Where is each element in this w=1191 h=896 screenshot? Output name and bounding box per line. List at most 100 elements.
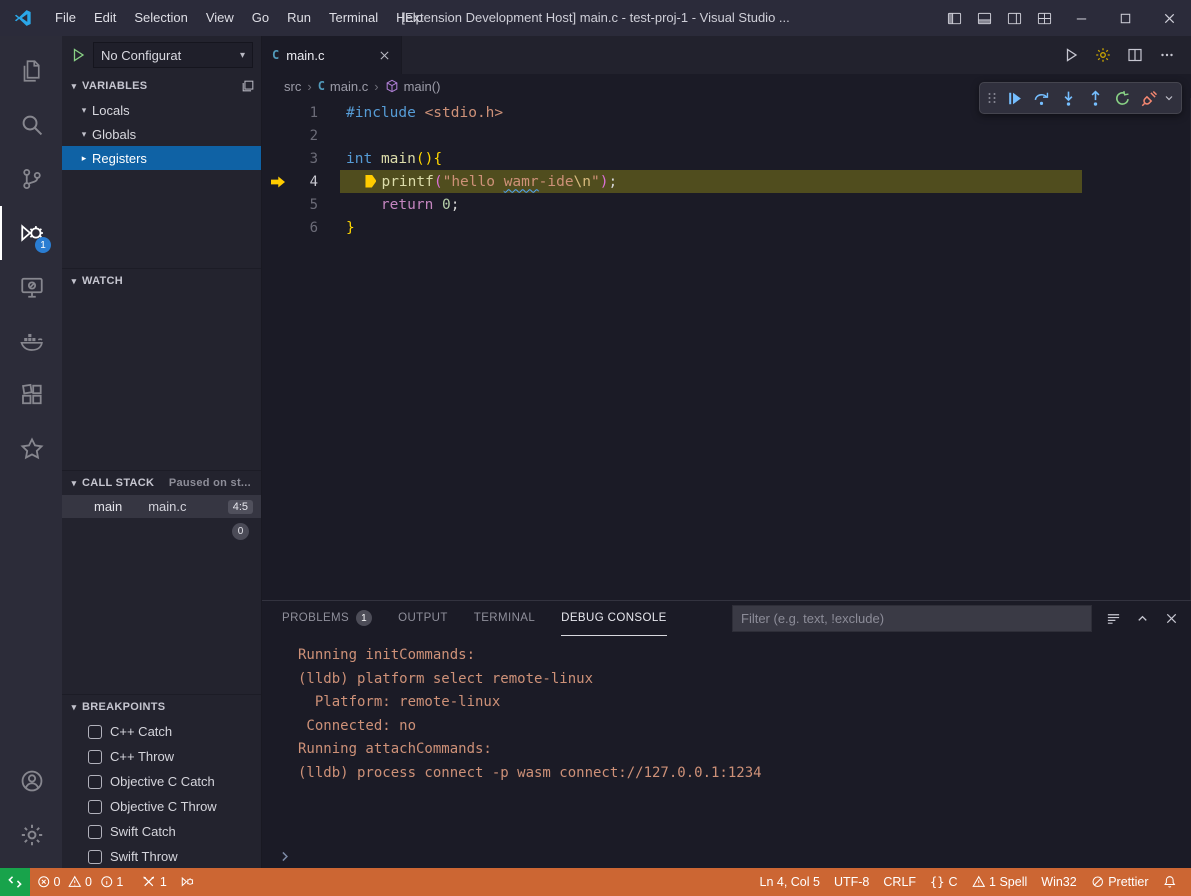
breadcrumb-src[interactable]: src xyxy=(284,79,301,94)
checkbox[interactable] xyxy=(88,850,102,864)
variables-row-locals[interactable]: ▾ Locals xyxy=(62,98,261,122)
panel-tab-output[interactable]: OUTPUT xyxy=(398,601,448,636)
code-editor[interactable]: 1 #include <stdio.h> 2 3 int main(){ 4 p… xyxy=(262,98,1191,600)
split-editor-button[interactable] xyxy=(1127,47,1143,63)
breakpoint-objective-c-catch[interactable]: Objective C Catch xyxy=(62,769,261,794)
settings-gear-button[interactable] xyxy=(1095,47,1111,63)
disconnect-button[interactable] xyxy=(1136,85,1162,111)
activity-source-control[interactable] xyxy=(0,152,62,206)
watch-header[interactable]: ▾ WATCH xyxy=(62,269,261,293)
cursor-position[interactable]: Ln 4, Col 5 xyxy=(753,868,827,896)
stack-frame-row[interactable]: main main.c 4:5 xyxy=(62,495,261,518)
menu-edit[interactable]: Edit xyxy=(85,0,125,36)
encoding-indicator[interactable]: UTF-8 xyxy=(827,868,876,896)
menu-terminal[interactable]: Terminal xyxy=(320,0,387,36)
lines-button[interactable] xyxy=(1106,611,1121,626)
console-filter-input[interactable] xyxy=(732,605,1092,632)
tab-close-icon[interactable] xyxy=(378,49,391,62)
menu-selection[interactable]: Selection xyxy=(125,0,196,36)
activity-extensions[interactable] xyxy=(0,368,62,422)
code-line-5[interactable]: 5 return 0; xyxy=(262,193,1190,216)
menu-view[interactable]: View xyxy=(197,0,243,36)
menu-go[interactable]: Go xyxy=(243,0,278,36)
run-button[interactable] xyxy=(1063,47,1079,63)
activity-search[interactable] xyxy=(0,98,62,152)
win-close-button[interactable] xyxy=(1147,0,1191,36)
chevron-down-icon[interactable] xyxy=(1163,92,1177,104)
language-mode[interactable]: {} C xyxy=(923,868,964,896)
activity-account[interactable] xyxy=(0,754,62,808)
step-over-button[interactable] xyxy=(1028,85,1054,111)
breakpoint-c-catch[interactable]: C++ Catch xyxy=(62,719,261,744)
checkbox[interactable] xyxy=(88,800,102,814)
breadcrumb-main[interactable]: main() xyxy=(385,79,441,94)
breakpoint-c-throw[interactable]: C++ Throw xyxy=(62,744,261,769)
problems-status[interactable]: 0 0 1 xyxy=(30,868,135,896)
panel-tab-problems[interactable]: PROBLEMS 1 xyxy=(282,601,372,636)
activity-remote-explorer[interactable] xyxy=(0,260,62,314)
glyph-margin[interactable] xyxy=(262,147,292,170)
code-text[interactable]: printf("hello wamr-ide\n"); xyxy=(318,174,617,190)
collapse-all-icon[interactable] xyxy=(241,79,255,93)
debug-console-output[interactable]: Running initCommands:(lldb) platform sel… xyxy=(262,636,1191,844)
tab-main-c[interactable]: C main.c xyxy=(262,36,402,74)
eol-indicator[interactable]: CRLF xyxy=(876,868,923,896)
debug-quick-launch[interactable] xyxy=(174,868,202,896)
glyph-margin[interactable] xyxy=(262,193,292,216)
breakpoint-swift-catch[interactable]: Swift Catch xyxy=(62,819,261,844)
win-min-button[interactable] xyxy=(1059,0,1103,36)
notifications-bell[interactable] xyxy=(1156,868,1184,896)
code-text[interactable]: #include <stdio.h> xyxy=(318,105,503,121)
code-line-4[interactable]: 4 printf("hello wamr-ide\n"); xyxy=(262,170,1190,193)
layout-panel-button[interactable] xyxy=(969,0,999,36)
formatter-status[interactable]: Prettier xyxy=(1084,868,1156,896)
activity-run-and-debug[interactable]: 1 xyxy=(0,206,62,260)
step-out-button[interactable] xyxy=(1082,85,1108,111)
layout-secondary-button[interactable] xyxy=(999,0,1029,36)
glyph-margin[interactable] xyxy=(262,101,292,124)
checkbox[interactable] xyxy=(88,750,102,764)
glyph-margin[interactable] xyxy=(262,170,292,193)
continue-button[interactable] xyxy=(1001,85,1027,111)
activity-wamr-ide[interactable] xyxy=(0,422,62,476)
panel-tab-terminal[interactable]: TERMINAL xyxy=(474,601,535,636)
code-line-3[interactable]: 3 int main(){ xyxy=(262,147,1190,170)
variables-header[interactable]: ▾ VARIABLES xyxy=(62,74,261,98)
remote-indicator[interactable] xyxy=(0,868,30,896)
checkbox[interactable] xyxy=(88,725,102,739)
code-line-6[interactable]: 6 } xyxy=(262,216,1190,239)
checkbox[interactable] xyxy=(88,825,102,839)
chevron-up-button[interactable] xyxy=(1135,611,1150,626)
tools-status[interactable]: 1 xyxy=(135,868,173,896)
debug-config-dropdown[interactable]: No Configurat ▾ xyxy=(93,42,253,68)
platform-indicator[interactable]: Win32 xyxy=(1034,868,1083,896)
layout-grid-button[interactable] xyxy=(1029,0,1059,36)
console-input-row[interactable] xyxy=(262,844,1191,868)
activity-explorer[interactable] xyxy=(0,44,62,98)
checkbox[interactable] xyxy=(88,775,102,789)
code-line-2[interactable]: 2 xyxy=(262,124,1190,147)
menu-run[interactable]: Run xyxy=(278,0,320,36)
activity-docker[interactable] xyxy=(0,314,62,368)
restart-button[interactable] xyxy=(1109,85,1135,111)
menu-file[interactable]: File xyxy=(46,0,85,36)
variables-row-registers[interactable]: ▸ Registers xyxy=(62,146,261,170)
call-stack-header[interactable]: ▾ CALL STACK Paused on st... xyxy=(62,471,261,495)
code-text[interactable]: } xyxy=(318,220,355,236)
toolbar-grip-icon[interactable] xyxy=(984,90,1000,106)
breakpoint-swift-throw[interactable]: Swift Throw xyxy=(62,844,261,868)
layout-sidebar-button[interactable] xyxy=(939,0,969,36)
close-button[interactable] xyxy=(1164,611,1179,626)
panel-tab-debug-console[interactable]: DEBUG CONSOLE xyxy=(561,601,667,636)
step-into-button[interactable] xyxy=(1055,85,1081,111)
code-text[interactable]: int main(){ xyxy=(318,151,442,167)
breadcrumb-main-c[interactable]: C main.c xyxy=(318,79,369,94)
breakpoints-header[interactable]: ▾ BREAKPOINTS xyxy=(62,695,261,719)
start-debugging-icon[interactable] xyxy=(70,47,86,63)
code-text[interactable]: return 0; xyxy=(318,197,460,213)
glyph-margin[interactable] xyxy=(262,124,292,147)
activity-settings[interactable] xyxy=(0,808,62,862)
glyph-margin[interactable] xyxy=(262,216,292,239)
breakpoint-objective-c-throw[interactable]: Objective C Throw xyxy=(62,794,261,819)
spell-status[interactable]: 1 Spell xyxy=(965,868,1035,896)
